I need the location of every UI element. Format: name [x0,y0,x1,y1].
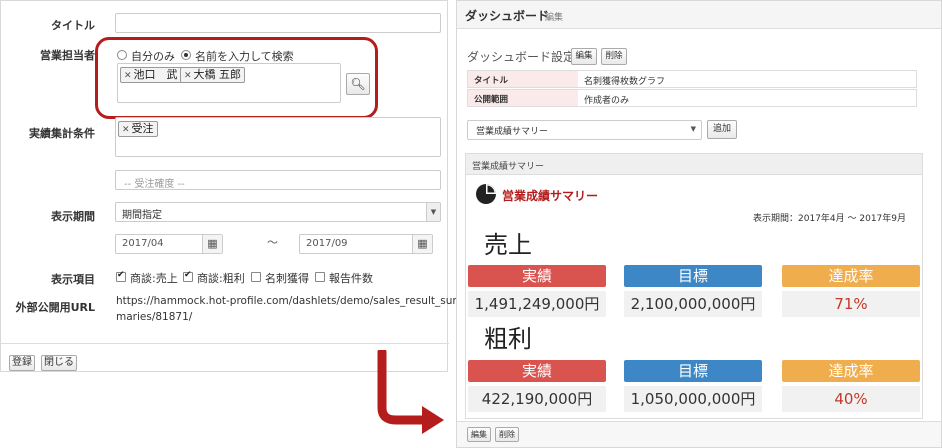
calendar-icon[interactable]: ▦ [412,235,432,253]
public-url-line1[interactable]: https://hammock.hot-profile.com/dashlets… [116,295,463,307]
actual-header: 実績 [468,360,606,382]
public-url-line2[interactable]: maries/81871/ [116,311,192,323]
info-row-title: タイトル 名刺獲得枚数グラフ [467,70,917,88]
target-header: 目標 [624,360,762,382]
target-header: 目標 [624,265,762,287]
item-label-profit: 商談:粗利 [197,272,245,285]
target-value: 2,100,000,000円 [624,291,762,317]
period-label: 表示期間 [51,210,95,223]
calendar-icon[interactable]: ▦ [202,235,222,253]
conditions-label: 実績集計条件 [29,127,95,140]
footer-edit-button[interactable]: 編集 [467,427,491,442]
item-label-sales: 商談:売上 [130,272,178,285]
rate-value: 71% [782,291,920,317]
rate-header: 達成率 [782,360,920,382]
info-row-visibility: 公開範囲 作成者のみ [467,89,917,107]
rate-value: 40% [782,386,920,412]
form-footer-divider [1,343,449,344]
chevron-down-icon: ▼ [426,203,440,221]
certainty-placeholder: -- 受注確度 -- [124,179,185,190]
widget-select[interactable]: 営業成績サマリー ▼ [467,120,702,140]
item-checkbox-cards[interactable] [251,272,261,282]
section-title-sales: 売上 [484,231,532,259]
actual-value: 422,190,000円 [468,386,606,412]
owner-label: 営業担当者 [40,49,95,62]
widget-title: 営業成績サマリー [502,189,599,203]
condition-tag[interactable]: ✕ 受注 [118,121,158,137]
item-checkbox-sales[interactable] [116,270,126,282]
widget-header: 営業成績サマリー [465,153,923,175]
period-select[interactable]: 期間指定 ▼ [115,202,441,222]
certainty-select[interactable]: -- 受注確度 -- [115,170,441,190]
footer-delete-button[interactable]: 削除 [495,427,519,442]
item-checkbox-profit[interactable] [183,270,193,282]
title-input[interactable] [115,13,441,33]
rate-header: 達成率 [782,265,920,287]
target-value: 1,050,000,000円 [624,386,762,412]
date-from-input[interactable]: 2017/04 ▦ [115,234,223,254]
dashboard-header: ダッシュボード 編集 [457,1,941,29]
date-separator: ～ [267,236,278,249]
items-label: 表示項目 [51,273,95,286]
actual-value: 1,491,249,000円 [468,291,606,317]
remove-icon[interactable]: ✕ [122,125,130,135]
sales-summary-widget: 営業成績サマリー 表示期間：2017年4月 ～ 2017年9月 売上 実績 目標… [465,175,923,419]
settings-delete-button[interactable]: 削除 [601,48,627,65]
item-label-cards: 名刺獲得 [265,272,309,285]
item-label-reports: 報告件数 [329,272,373,285]
close-button[interactable]: 閉じる [41,355,77,371]
pie-chart-icon [476,184,496,204]
chevron-down-icon: ▼ [690,125,696,133]
settings-title: ダッシュボード設定 [467,50,576,64]
title-label: タイトル [51,19,95,32]
dashboard-footer: 編集 削除 [457,421,941,447]
settings-edit-button[interactable]: 編集 [571,48,597,65]
date-to-input[interactable]: 2017/09 ▦ [299,234,433,254]
add-widget-button[interactable]: 追加 [707,120,737,139]
dashlet-settings-form: タイトル 営業担当者 自分のみ 名前を入力して検索 ✕ 池口 武 ✕ 大橋 五郎 🔍… [0,0,463,372]
section-title-profit: 粗利 [484,325,532,353]
highlight-box [95,37,378,119]
url-label: 外部公開用URL [15,301,95,314]
dashboard-title: ダッシュボード [465,9,550,23]
dashboard-panel: ダッシュボード 編集 ダッシュボード設定 編集 削除 タイトル 名刺獲得枚数グラ… [456,0,942,448]
register-button[interactable]: 登録 [9,355,35,371]
conditions-tags-input[interactable]: ✕ 受注 [115,117,441,157]
period-text: 表示期間：2017年4月 ～ 2017年9月 [753,214,906,224]
arrow-icon [377,350,444,434]
actual-header: 実績 [468,265,606,287]
dashboard-edit-link[interactable]: 編集 [545,10,563,23]
item-checkbox-reports[interactable] [315,272,325,282]
